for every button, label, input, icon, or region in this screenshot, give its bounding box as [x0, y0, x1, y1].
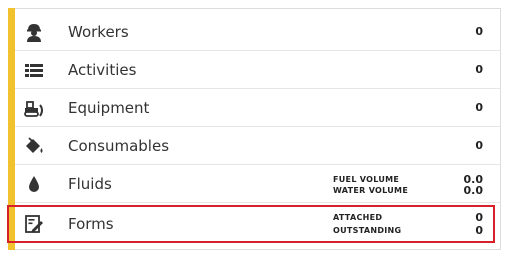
row-consumables[interactable]: Consumables 0	[15, 127, 501, 165]
worker-icon	[23, 21, 45, 43]
row-label: Equipment	[68, 99, 150, 117]
row-count: 0	[475, 63, 483, 76]
bulldozer-icon	[23, 97, 45, 119]
row-label: Activities	[68, 61, 137, 79]
row-count: 0	[475, 25, 483, 38]
row-count: 0	[475, 139, 483, 152]
row-label: Fluids	[68, 175, 112, 193]
water-volume-label: WATER VOLUME	[333, 186, 409, 195]
row-fluids[interactable]: Fluids FUEL VOLUME 0.0 WATER VOLUME 0.0	[15, 165, 501, 203]
row-workers[interactable]: Workers 0	[15, 13, 501, 51]
paint-bucket-icon	[23, 135, 45, 157]
row-activities[interactable]: Activities 0	[15, 51, 501, 89]
forms-highlight-box	[7, 205, 495, 243]
row-count: 0	[475, 101, 483, 114]
row-label: Workers	[68, 23, 129, 41]
water-volume-value: 0.0	[463, 184, 484, 197]
list-icon	[23, 59, 45, 81]
row-equipment[interactable]: Equipment 0	[15, 89, 501, 127]
row-label: Consumables	[68, 137, 170, 155]
fuel-volume-label: FUEL VOLUME	[333, 175, 400, 184]
drop-icon	[23, 173, 45, 195]
